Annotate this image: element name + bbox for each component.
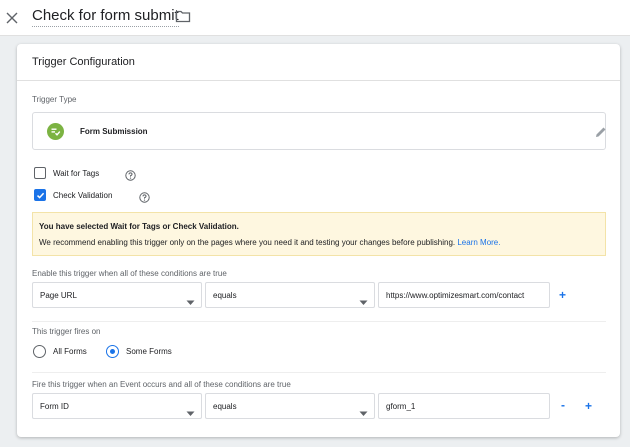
all-forms-option[interactable]: All Forms	[33, 345, 105, 359]
fire-variable-select[interactable]: Form ID	[32, 393, 202, 419]
validation-notice: You have selected Wait for Tags or Check…	[32, 212, 606, 256]
notice-title: You have selected Wait for Tags or Check…	[39, 222, 239, 231]
fire-operator-select[interactable]: equals	[205, 393, 375, 419]
fire-variable-value: Form ID	[40, 402, 69, 411]
wait-for-tags-checkbox[interactable]	[34, 167, 46, 179]
help-icon[interactable]	[139, 190, 150, 203]
add-condition-button[interactable]: +	[585, 400, 592, 412]
dropdown-arrow-icon	[359, 293, 368, 305]
check-validation-option[interactable]: Check Validation	[34, 189, 164, 203]
fires-on-label: This trigger fires on	[32, 327, 101, 336]
divider	[32, 372, 606, 373]
notice-body: We recommend enabling this trigger only …	[39, 238, 500, 247]
enable-variable-select[interactable]: Page URL	[32, 282, 202, 308]
dropdown-arrow-icon	[186, 404, 195, 416]
add-condition-button[interactable]: +	[559, 289, 566, 301]
fire-operator-value: equals	[213, 402, 237, 411]
some-forms-radio[interactable]	[106, 345, 119, 358]
learn-more-link[interactable]: Learn More.	[457, 238, 500, 247]
fire-value-field[interactable]	[378, 393, 550, 419]
some-forms-option[interactable]: Some Forms	[106, 345, 186, 359]
trigger-configuration-card: Trigger Configuration Trigger Type Form …	[17, 44, 620, 437]
wait-for-tags-label: Wait for Tags	[53, 169, 100, 178]
form-submission-icon	[47, 123, 64, 140]
enable-value-field[interactable]	[378, 282, 550, 308]
dropdown-arrow-icon	[186, 293, 195, 305]
enable-value-input[interactable]	[379, 283, 549, 307]
dropdown-arrow-icon	[359, 404, 368, 416]
enable-operator-value: equals	[213, 291, 237, 300]
trigger-type-label: Trigger Type	[32, 95, 77, 104]
enable-operator-select[interactable]: equals	[205, 282, 375, 308]
card-header: Trigger Configuration	[17, 44, 620, 81]
top-bar: Check for form submit	[0, 0, 630, 36]
folder-icon[interactable]	[175, 9, 191, 23]
check-validation-checkbox[interactable]	[34, 189, 46, 201]
card-title: Trigger Configuration	[32, 56, 135, 68]
enable-conditions-label: Enable this trigger when all of these co…	[32, 269, 227, 278]
divider	[32, 321, 606, 322]
all-forms-label: All Forms	[53, 347, 87, 356]
notice-body-text: We recommend enabling this trigger only …	[39, 238, 458, 247]
fire-conditions-label: Fire this trigger when an Event occurs a…	[32, 380, 291, 389]
all-forms-radio[interactable]	[33, 345, 46, 358]
wait-for-tags-option[interactable]: Wait for Tags	[34, 167, 154, 181]
trigger-type-selector[interactable]: Form Submission	[32, 112, 606, 150]
trigger-type-name: Form Submission	[80, 127, 148, 136]
close-icon[interactable]	[3, 9, 21, 27]
check-validation-label: Check Validation	[53, 191, 113, 200]
fire-value-input[interactable]	[379, 394, 549, 418]
edit-pencil-icon[interactable]	[593, 124, 609, 140]
some-forms-label: Some Forms	[126, 347, 172, 356]
page-title[interactable]: Check for form submit	[32, 7, 179, 27]
remove-condition-button[interactable]: -	[561, 399, 565, 411]
help-icon[interactable]	[125, 168, 136, 181]
enable-variable-value: Page URL	[40, 291, 77, 300]
